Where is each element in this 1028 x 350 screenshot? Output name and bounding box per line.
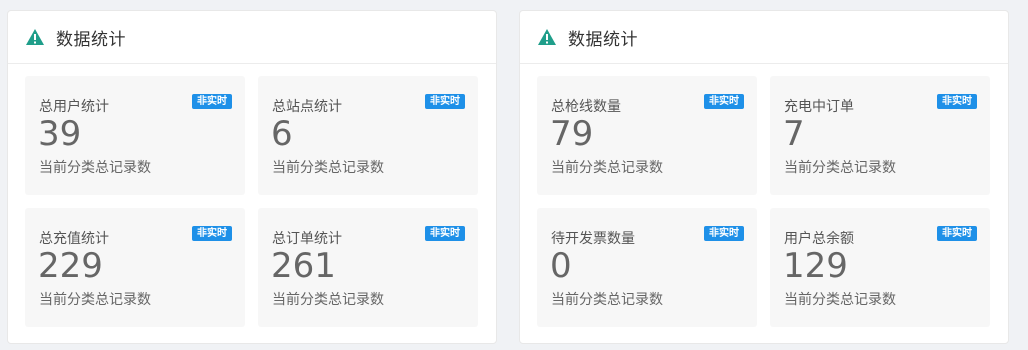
card-description: 当前分类总记录数 [39, 160, 151, 176]
card-value: 229 [38, 246, 103, 286]
stats-panel-left: 数据统计 总用户统计 非实时 39 当前分类总记录数 总站点统计 非实时 6 当… [7, 10, 497, 344]
card-value: 0 [550, 246, 572, 286]
card-value: 129 [783, 246, 848, 286]
stat-card-total-users: 总用户统计 非实时 39 当前分类总记录数 [25, 76, 245, 195]
card-description: 当前分类总记录数 [39, 292, 151, 308]
card-description: 当前分类总记录数 [551, 292, 663, 308]
panel-header: 数据统计 [520, 11, 1008, 64]
card-description: 当前分类总记录数 [784, 160, 896, 176]
stat-card-user-balance: 用户总余额 非实时 129 当前分类总记录数 [770, 208, 990, 327]
non-realtime-badge: 非实时 [937, 94, 977, 109]
stats-panel-right: 数据统计 总枪线数量 非实时 79 当前分类总记录数 充电中订单 非实时 7 当… [519, 10, 1009, 344]
card-description: 当前分类总记录数 [551, 160, 663, 176]
card-value: 6 [271, 114, 293, 154]
non-realtime-badge: 非实时 [937, 226, 977, 241]
non-realtime-badge: 非实时 [425, 226, 465, 241]
stat-card-charging-orders: 充电中订单 非实时 7 当前分类总记录数 [770, 76, 990, 195]
card-label: 总站点统计 [272, 99, 342, 115]
card-label: 总充值统计 [39, 231, 109, 247]
card-label: 总枪线数量 [551, 99, 621, 115]
warning-triangle-icon [26, 29, 44, 45]
stat-card-total-stations: 总站点统计 非实时 6 当前分类总记录数 [258, 76, 478, 195]
panel-header: 数据统计 [8, 11, 496, 64]
card-label: 充电中订单 [784, 99, 854, 115]
panel-title: 数据统计 [56, 29, 126, 50]
non-realtime-badge: 非实时 [425, 94, 465, 109]
non-realtime-badge: 非实时 [192, 226, 232, 241]
stat-card-total-recharge: 总充值统计 非实时 229 当前分类总记录数 [25, 208, 245, 327]
stat-card-total-orders: 总订单统计 非实时 261 当前分类总记录数 [258, 208, 478, 327]
card-value: 261 [271, 246, 336, 286]
stat-card-gun-lines: 总枪线数量 非实时 79 当前分类总记录数 [537, 76, 757, 195]
card-value: 7 [783, 114, 805, 154]
card-description: 当前分类总记录数 [272, 292, 384, 308]
card-description: 当前分类总记录数 [784, 292, 896, 308]
card-label: 总用户统计 [39, 99, 109, 115]
non-realtime-badge: 非实时 [704, 226, 744, 241]
panel-title: 数据统计 [568, 29, 638, 50]
non-realtime-badge: 非实时 [704, 94, 744, 109]
warning-triangle-icon [538, 29, 556, 45]
card-label: 总订单统计 [272, 231, 342, 247]
card-label: 待开发票数量 [551, 231, 635, 247]
card-description: 当前分类总记录数 [272, 160, 384, 176]
stat-card-pending-invoices: 待开发票数量 非实时 0 当前分类总记录数 [537, 208, 757, 327]
card-value: 79 [550, 114, 594, 154]
non-realtime-badge: 非实时 [192, 94, 232, 109]
card-label: 用户总余额 [784, 231, 854, 247]
card-value: 39 [38, 114, 82, 154]
